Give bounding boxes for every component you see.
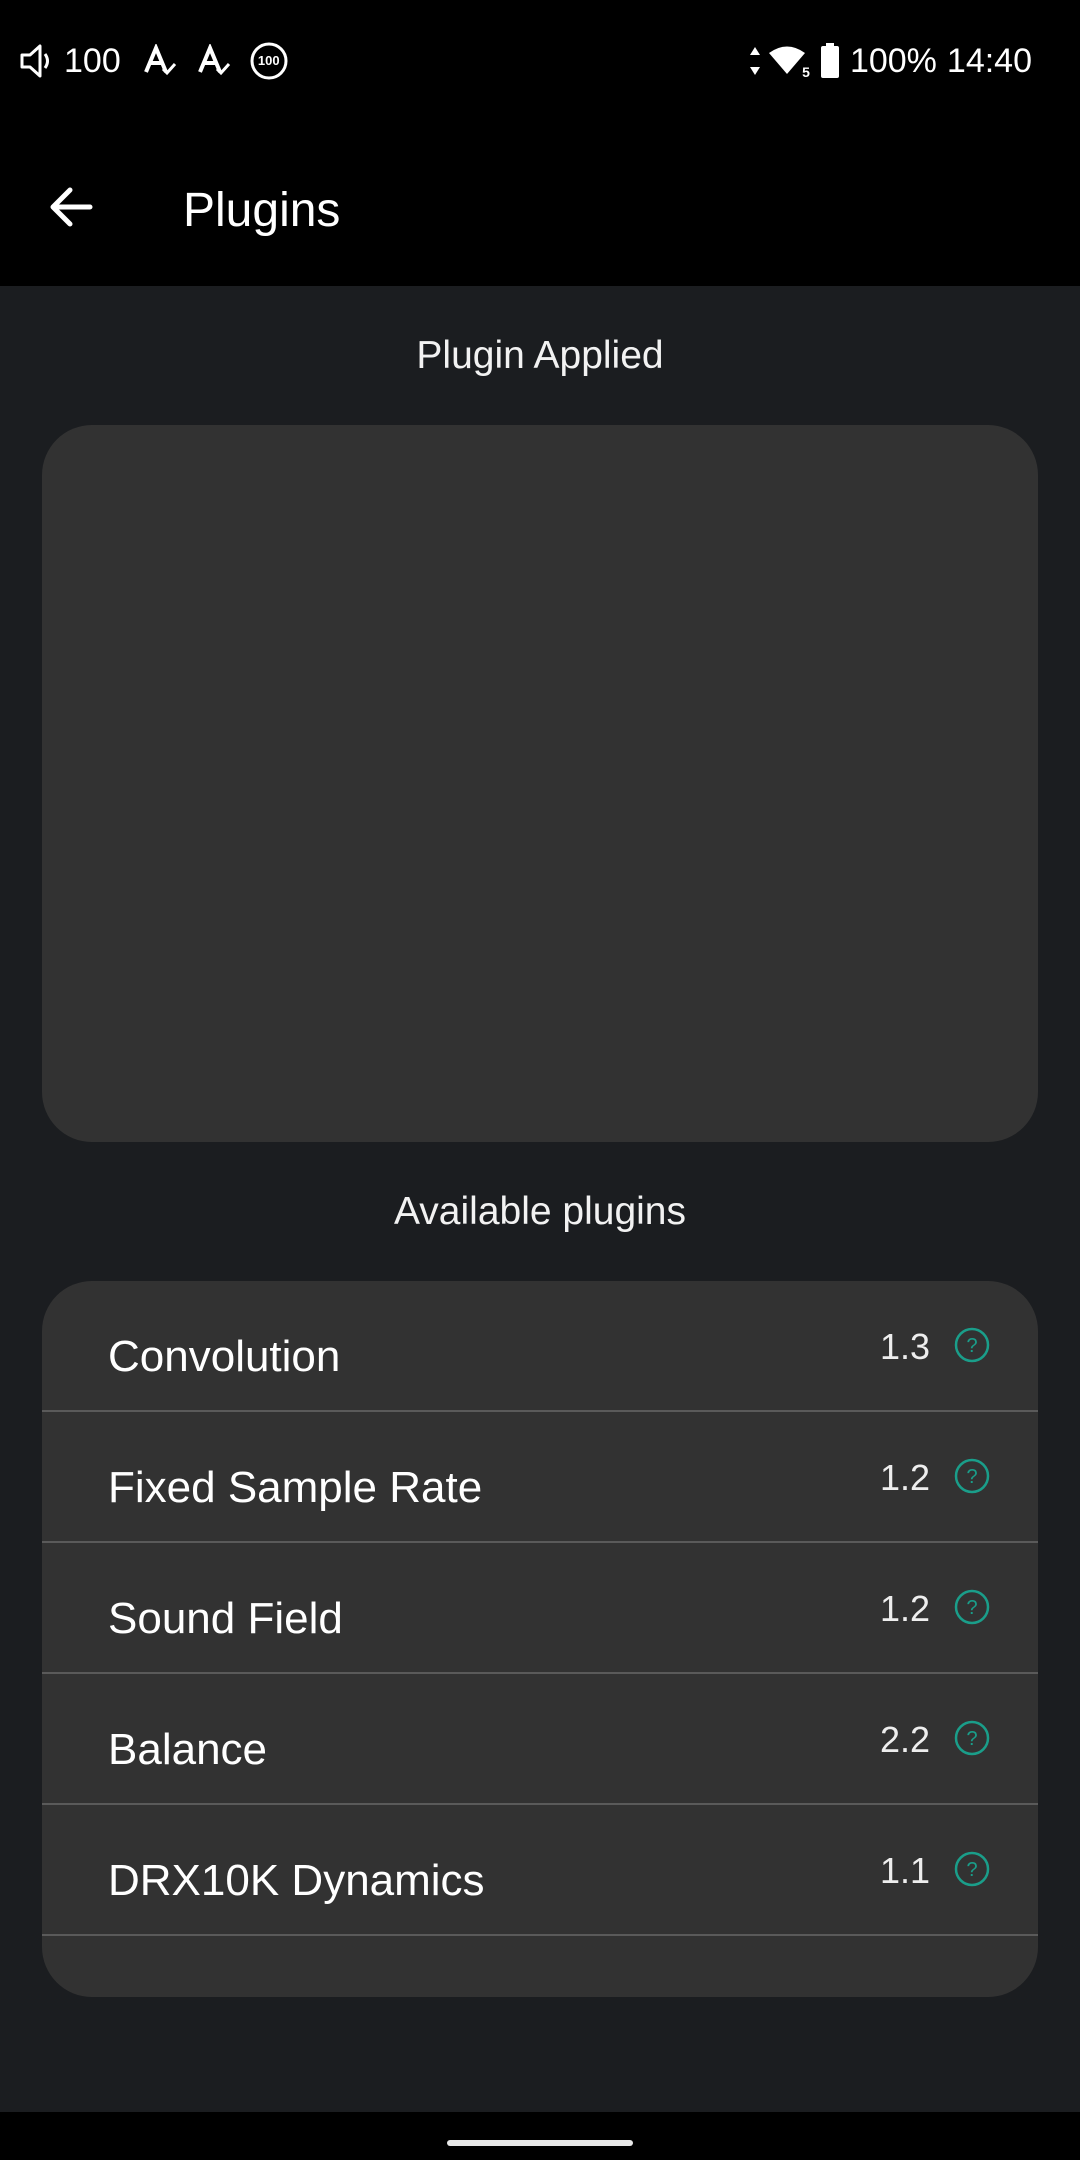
plugin-name: DRX10K Dynamics — [108, 1856, 485, 1905]
battery-icon — [820, 43, 840, 79]
wifi-icon: 5 — [768, 44, 810, 80]
help-icon[interactable]: ? — [954, 1720, 990, 1756]
page-title: Plugins — [183, 184, 341, 237]
svg-text:?: ? — [966, 1335, 977, 1357]
plugin-version: 1.1 — [879, 1850, 930, 1891]
available-plugins-list: Convolution 1.3 ? Fixed Sample Rate 1.2 … — [42, 1281, 1038, 1997]
plugin-name: Sound Field — [108, 1594, 343, 1643]
clock: 14:40 — [946, 42, 1032, 80]
help-icon[interactable]: ? — [954, 1327, 990, 1363]
plugin-row-convolution[interactable]: Convolution 1.3 ? — [42, 1281, 1038, 1412]
svg-text:?: ? — [966, 1466, 977, 1488]
applied-heading: Plugin Applied — [416, 334, 664, 377]
network-label: 5 — [802, 64, 810, 80]
plugin-version: 1.2 — [879, 1588, 930, 1629]
svg-text:?: ? — [966, 1859, 977, 1881]
status-bar-left: 100 100 — [18, 38, 289, 84]
plugin-name: Convolution — [108, 1332, 341, 1381]
volume-icon — [18, 41, 58, 81]
plugin-version: 2.2 — [879, 1719, 930, 1760]
plugin-row-fixed-sample-rate[interactable]: Fixed Sample Rate 1.2 ? — [42, 1412, 1038, 1543]
plugin-name: Balance — [108, 1725, 268, 1774]
auto-text-icon — [143, 44, 177, 78]
help-icon[interactable]: ? — [954, 1851, 990, 1887]
app-bar: Plugins — [0, 122, 1080, 286]
badge-value: 100 — [257, 53, 280, 68]
available-heading: Available plugins — [394, 1190, 686, 1233]
plugin-name: Fixed Sample Rate — [108, 1463, 483, 1512]
navigation-bar — [0, 2112, 1080, 2160]
plugin-row-sound-field[interactable]: Sound Field 1.2 ? — [42, 1543, 1038, 1674]
applied-plugins-panel — [42, 425, 1038, 1142]
auto-text-icon-2 — [197, 44, 231, 78]
arrow-left-icon — [48, 184, 94, 235]
volume-level: 100 — [64, 42, 121, 80]
home-indicator[interactable] — [447, 2140, 633, 2146]
help-icon[interactable]: ? — [954, 1589, 990, 1625]
plugin-row-balance[interactable]: Balance 2.2 ? — [42, 1674, 1038, 1805]
svg-text:?: ? — [966, 1728, 977, 1750]
plugin-row-drx10k-dynamics[interactable]: DRX10K Dynamics 1.1 ? — [42, 1805, 1038, 1936]
status-bar: 100 100 5 100% 14:40 — [0, 0, 1080, 122]
status-bar-right: 5 100% 14:40 — [748, 38, 1032, 84]
badge-circle-icon: 100 — [249, 41, 289, 81]
help-icon[interactable]: ? — [954, 1458, 990, 1494]
data-arrows-icon — [748, 44, 762, 78]
battery-percent: 100% — [849, 42, 937, 80]
svg-text:?: ? — [966, 1597, 977, 1619]
plugin-version: 1.3 — [879, 1326, 930, 1367]
plugin-version: 1.2 — [879, 1457, 930, 1498]
back-button[interactable] — [34, 172, 108, 246]
